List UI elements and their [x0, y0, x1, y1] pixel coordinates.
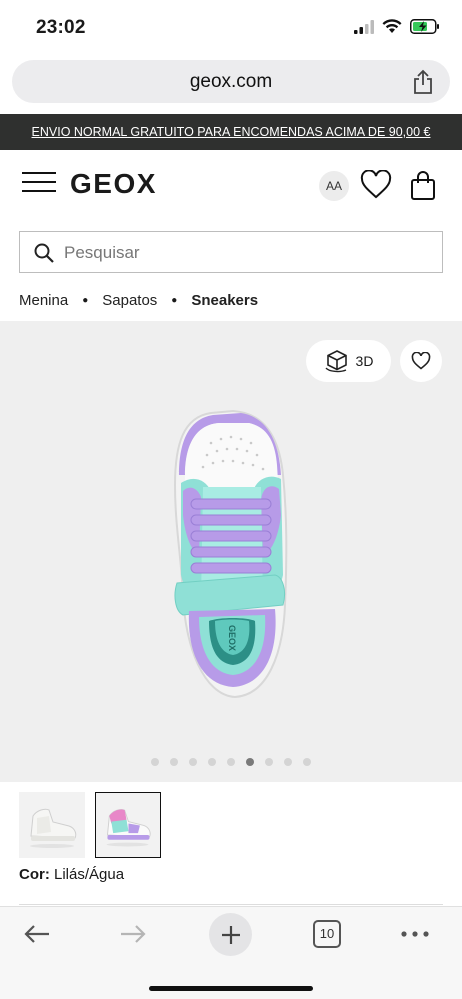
- status-time: 23:02: [36, 17, 86, 38]
- color-value: Lilás/Água: [54, 866, 125, 883]
- battery-charging-icon: [410, 19, 439, 34]
- color-variant-lilac-aqua[interactable]: [95, 792, 161, 858]
- gallery-dot[interactable]: [265, 758, 273, 766]
- address-bar[interactable]: geox.com: [12, 60, 450, 103]
- variant-white-image: [30, 808, 77, 848]
- gallery-dot[interactable]: [208, 758, 216, 766]
- promo-banner[interactable]: ENVIO NORMAL GRATUITO PARA ENCOMENDAS AC…: [0, 114, 462, 150]
- color-variant-list: [19, 792, 161, 858]
- menu-icon[interactable]: [22, 170, 56, 194]
- wifi-icon: [382, 19, 402, 33]
- tabs-count-button[interactable]: 10: [313, 920, 341, 948]
- heart-icon: [411, 352, 431, 370]
- search-input[interactable]: Pesquisar: [19, 231, 443, 273]
- search-icon: [34, 243, 54, 263]
- product-image-gallery[interactable]: 3D GEOX: [0, 321, 462, 782]
- gallery-dot[interactable]: [151, 758, 159, 766]
- gallery-dot-active[interactable]: [246, 758, 254, 766]
- forward-arrow-icon[interactable]: [118, 919, 148, 949]
- add-to-wishlist-button[interactable]: [400, 340, 442, 382]
- color-variant-white[interactable]: [19, 792, 85, 858]
- gallery-dot[interactable]: [227, 758, 235, 766]
- breadcrumb-separator: ●: [82, 295, 89, 306]
- gallery-dot[interactable]: [170, 758, 178, 766]
- shopping-bag-icon[interactable]: [409, 170, 437, 202]
- variant-lilac-aqua-image: [106, 808, 151, 847]
- breadcrumb: Menina ● Sapatos ● Sneakers: [19, 292, 258, 309]
- gallery-dot[interactable]: [189, 758, 197, 766]
- color-label: Cor:: [19, 866, 50, 883]
- view-3d-button[interactable]: 3D: [306, 340, 391, 382]
- share-icon[interactable]: [412, 69, 434, 95]
- breadcrumb-separator: ●: [171, 295, 178, 306]
- breadcrumb-item-sapatos[interactable]: Sapatos: [102, 292, 157, 309]
- shoe-insole-logo: GEOX: [227, 625, 237, 651]
- gallery-dot[interactable]: [284, 758, 292, 766]
- gallery-pagination: [0, 758, 462, 766]
- text-size-button[interactable]: AA: [319, 171, 349, 201]
- product-image: GEOX: [173, 409, 288, 699]
- more-options-icon[interactable]: [400, 929, 430, 939]
- status-icons: [354, 19, 440, 34]
- plus-icon: [221, 925, 240, 944]
- cube-3d-icon: [324, 350, 347, 373]
- cellular-signal-icon: [354, 19, 374, 34]
- gallery-dot[interactable]: [303, 758, 311, 766]
- breadcrumb-item-menina[interactable]: Menina: [19, 292, 68, 309]
- view-3d-label: 3D: [355, 353, 374, 369]
- divider: [19, 904, 443, 905]
- site-logo[interactable]: GEOX: [70, 168, 157, 200]
- new-tab-button[interactable]: [209, 913, 252, 956]
- url-text[interactable]: geox.com: [12, 71, 450, 93]
- wishlist-heart-icon[interactable]: [360, 170, 392, 200]
- color-label-row: Cor: Lilás/Água: [19, 866, 124, 883]
- search-placeholder: Pesquisar: [64, 243, 140, 262]
- site-header: GEOX AA: [0, 150, 462, 225]
- breadcrumb-item-sneakers: Sneakers: [191, 292, 259, 309]
- back-arrow-icon[interactable]: [22, 919, 52, 949]
- status-bar: 23:02: [0, 0, 462, 58]
- home-indicator: [149, 986, 313, 991]
